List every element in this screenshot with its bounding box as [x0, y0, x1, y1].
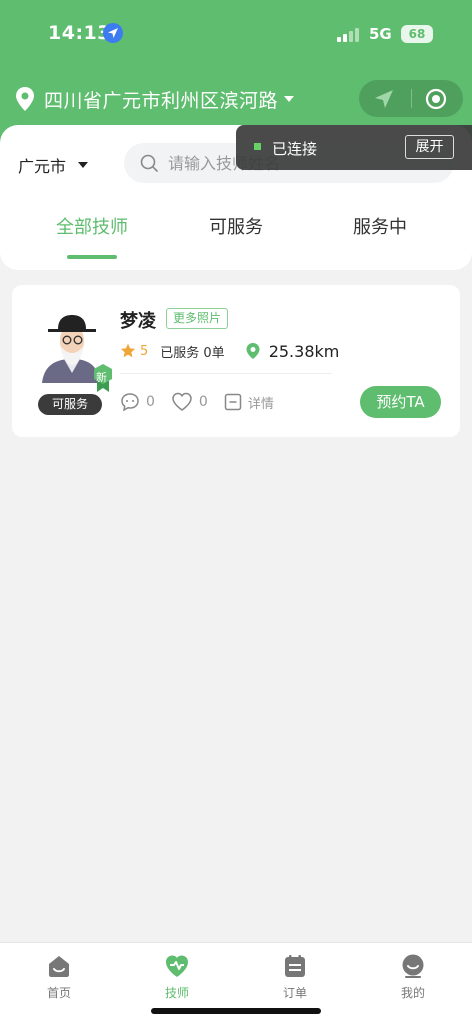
connection-status-text: 已连接 [272, 140, 318, 158]
tab-all-technicians[interactable]: 全部技师 [12, 213, 172, 239]
city-label: 广元市 [18, 157, 67, 176]
connection-toast: 已连接 展开 [236, 125, 472, 170]
home-indicator[interactable] [151, 1008, 321, 1014]
heart-icon[interactable] [171, 392, 193, 412]
nav-label-orders: 订单 [282, 986, 307, 1000]
comment-count: 0 [146, 394, 155, 410]
distance-value: 25.38km [268, 341, 340, 361]
locate-target-icon[interactable] [425, 88, 447, 110]
location-services-icon [103, 23, 123, 43]
detail-icon [224, 393, 242, 411]
profile-icon [402, 954, 424, 978]
signal-icon [337, 28, 361, 42]
navigation-arrow-icon[interactable] [373, 88, 395, 110]
nav-label-home: 首页 [46, 986, 71, 1000]
nav-item-technician[interactable]: 技师 [118, 953, 236, 1001]
comment-icon[interactable] [120, 392, 140, 412]
city-selector[interactable]: 广元市 [18, 153, 89, 177]
chevron-down-icon [78, 162, 89, 168]
availability-status-badge: 可服务 [38, 394, 102, 415]
home-icon [49, 956, 69, 977]
like-count: 0 [198, 394, 208, 410]
technician-name: 梦凌 [120, 311, 156, 332]
star-icon [120, 343, 136, 358]
technician-card[interactable]: 新 可服务 梦凌 更多照片 5 已服务 0单 25.38km 0 0 详情 预约… [12, 285, 460, 437]
nav-item-home[interactable]: 首页 [0, 953, 118, 1001]
expand-button[interactable]: 展开 [405, 135, 454, 159]
card-divider [120, 373, 332, 374]
nav-label-profile: 我的 [400, 986, 425, 1000]
served-count: 已服务 0单 [160, 345, 225, 361]
status-bar: 14:13 5G 68 [0, 22, 472, 50]
tab-available[interactable]: 可服务 [156, 213, 316, 239]
status-time: 14:13 [48, 22, 111, 44]
nav-item-orders[interactable]: 订单 [236, 953, 354, 1001]
nav-item-profile[interactable]: 我的 [354, 953, 472, 1001]
location-pin-icon [16, 87, 34, 111]
order-icon [285, 955, 305, 977]
more-photos-button[interactable]: 更多照片 [166, 308, 229, 329]
technician-tabs: 全部技师 可服务 服务中 [0, 213, 472, 263]
distance-pin-icon [246, 343, 260, 359]
technician-stats: 0 0 详情 [120, 391, 274, 413]
book-technician-button[interactable]: 预约TA [360, 386, 441, 418]
rating-value: 5 [140, 343, 149, 359]
battery-icon: 68 [401, 25, 433, 43]
new-badge-label: 新 [96, 371, 107, 384]
avatar[interactable]: 新 [38, 307, 112, 392]
address-selector[interactable]: 四川省广元市利州区滨河路 [14, 86, 295, 112]
controls-divider [411, 89, 412, 108]
detail-link[interactable]: 详情 [248, 393, 274, 412]
chevron-down-icon [284, 96, 295, 102]
current-address: 四川省广元市利州区滨河路 [44, 89, 279, 112]
network-type: 5G [369, 25, 392, 43]
tab-in-service[interactable]: 服务中 [300, 213, 460, 239]
technician-meta: 5 已服务 0单 25.38km [120, 340, 339, 362]
connected-status-dot [254, 143, 261, 150]
nav-label-technician: 技师 [164, 986, 189, 1000]
active-tab-indicator [67, 255, 117, 259]
technician-icon [166, 955, 188, 977]
location-controls [359, 80, 463, 117]
search-icon [140, 154, 158, 172]
